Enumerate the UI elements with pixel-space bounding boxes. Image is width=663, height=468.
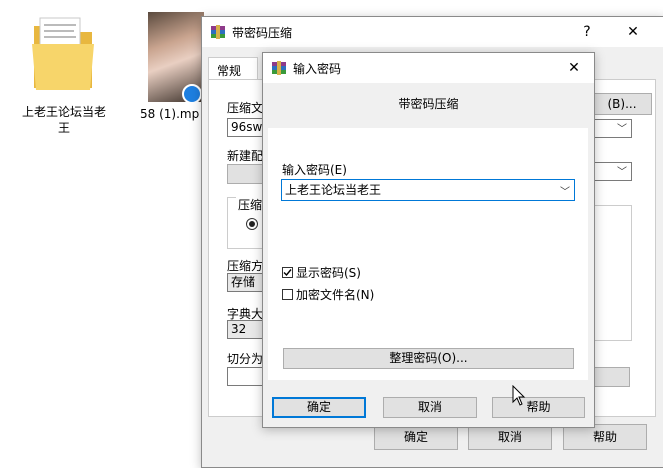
folder-item[interactable]: 上老王论坛当老王 [18,12,110,142]
folder-label: 上老王论坛当老王 [21,105,106,135]
encrypt-names-label: 加密文件名(N) [296,288,375,302]
video-item[interactable]: 58 (1).mp [140,12,210,122]
folder-icon [32,17,94,90]
media-player-icon [182,84,202,104]
archive-name-label: 压缩文 [227,101,264,115]
show-password-label: 显示密码(S) [296,266,361,280]
format-radio[interactable] [246,218,258,230]
tab-general[interactable]: 常规 [208,57,258,80]
format-group-label: 压缩 [236,196,265,213]
show-password-checkbox[interactable] [282,267,293,278]
options-group [592,205,632,341]
encrypt-names-option[interactable]: 加密文件名(N) [282,286,374,303]
help-button[interactable]: 帮助 [492,397,585,418]
password-dialog-titlebar: 输入密码 ✕ [263,53,594,83]
close-icon[interactable]: ✕ [610,17,656,47]
chevron-down-icon[interactable]: ﹀ [560,183,570,203]
set-default-button[interactable] [592,367,630,387]
split-field[interactable] [227,367,267,386]
update-mode-dropdown[interactable]: ﹀ [592,162,632,181]
archive-name-field[interactable]: 96swa [227,118,270,137]
help-title-button[interactable]: ? [564,17,610,47]
winrar-icon [272,61,286,75]
archive-window-titlebar: 带密码压缩 ? ✕ [202,17,663,47]
profile-button[interactable] [227,164,267,184]
show-password-option[interactable]: 显示密码(S) [282,264,361,281]
password-input[interactable]: 上老王论坛当老王 ﹀ [281,179,575,201]
password-label: 输入密码(E) [282,163,347,177]
method-label: 压缩方 [227,259,264,273]
dict-dropdown[interactable]: 32 [227,320,267,339]
dialog-subtitle: 带密码压缩 [398,97,459,111]
method-dropdown[interactable]: 存储 [227,273,267,292]
password-value: 上老王论坛当老王 [285,183,382,197]
password-dialog: 输入密码 ✕ 带密码压缩 输入密码(E) 上老王论坛当老王 ﹀ 显示密码(S) … [262,52,595,428]
mouse-cursor-icon [512,385,526,406]
ok-button[interactable]: 确定 [272,397,366,418]
tab-general-label: 常规 [217,64,242,78]
encrypt-names-checkbox[interactable] [282,289,293,300]
password-dialog-title: 输入密码 [293,61,342,76]
browse-button[interactable]: (B)... [592,93,652,115]
cancel-button[interactable]: 取消 [383,397,477,418]
archive-name-dropdown[interactable]: ﹀ [592,119,632,138]
dialog-close-icon[interactable]: ✕ [555,53,593,83]
winrar-icon [211,25,225,39]
organize-passwords-button[interactable]: 整理密码(O)... [283,348,574,369]
split-label: 切分为 [227,352,264,366]
archive-window-title: 带密码压缩 [232,25,293,40]
video-label: 58 (1).mp [140,107,200,121]
profile-label: 新建配 [227,149,264,163]
